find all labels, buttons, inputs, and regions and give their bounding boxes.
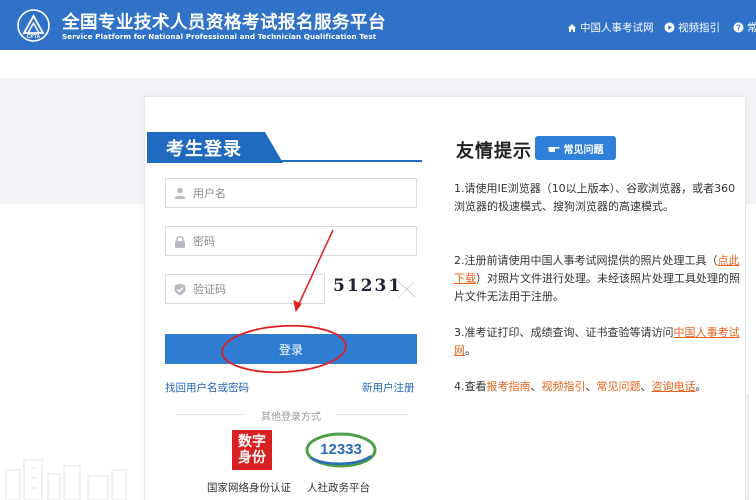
svg-text:?: ?	[736, 24, 741, 33]
login-tab-title: 考生登录	[166, 139, 242, 160]
consult-phone-link[interactable]: 咨询电话	[652, 380, 696, 393]
faq-button-label: 常见问题	[563, 144, 604, 156]
city-skyline-decoration	[5, 459, 127, 500]
captcha-image[interactable]: 51231	[333, 273, 419, 303]
nav-video-guide-link[interactable]: 视频指引	[664, 20, 720, 35]
faq-button[interactable]: 常见问题	[535, 136, 616, 160]
tip-3: 3.准考证打印、成绩查询、证书查验等请访问中国人事考试网。	[454, 324, 744, 360]
digital-id-login-button[interactable]: 数字 身份	[232, 430, 272, 470]
captcha-text: 51231	[333, 276, 403, 296]
help-icon: ?	[733, 22, 744, 33]
tip-1-text: 1.请使用IE浏览器（10以上版本）、谷歌浏览器，或者360浏览器的极速模式、搜…	[454, 182, 736, 213]
tip-4-before: 4.查看	[454, 380, 487, 393]
hr-gov-badge-text: 12333	[320, 441, 362, 458]
password-input[interactable]	[193, 227, 408, 255]
svg-text:CPTA: CPTA	[27, 34, 41, 40]
username-input[interactable]	[193, 179, 408, 207]
tip-1: 1.请使用IE浏览器（10以上版本）、谷歌浏览器，或者360浏览器的极速模式、搜…	[454, 180, 744, 216]
tip-4-sep-3: 、	[640, 380, 652, 393]
lock-icon	[175, 235, 185, 248]
home-icon	[568, 23, 576, 32]
tips-title: 友情提示	[456, 141, 532, 162]
cpta-logo: CPTA	[17, 9, 50, 42]
other-login-divider: 其他登录方式	[165, 408, 417, 423]
username-field[interactable]	[165, 178, 417, 208]
digital-id-badge-line2: 身份	[238, 450, 266, 466]
play-icon	[664, 22, 675, 33]
nav-cpta-link[interactable]: 中国人事考试网	[567, 20, 654, 35]
video-guide-link[interactable]: 视频指引	[542, 380, 586, 393]
hr-gov-login-label: 人社政务平台	[307, 482, 370, 494]
hr-gov-platform-login-button[interactable]: 12333	[305, 432, 377, 468]
login-button[interactable]: 登录	[165, 334, 417, 364]
nav-faq-link[interactable]: ? 常	[733, 20, 756, 35]
user-icon	[174, 187, 186, 199]
password-field[interactable]	[165, 226, 417, 256]
nav-faq-label: 常	[747, 22, 756, 34]
tip-4-sep-1: 、	[530, 380, 542, 393]
tip-3-before: 3.准考证打印、成绩查询、证书查验等请访问	[454, 326, 674, 339]
tip-4: 4.查看报考指南、视频指引、常见问题、咨询电话。	[454, 378, 744, 396]
tip-4-sep-4: 。	[695, 380, 707, 393]
tip-3-after: 。	[465, 344, 476, 357]
forgot-credentials-link[interactable]: 找回用户名或密码	[165, 380, 249, 395]
nav-cpta-label: 中国人事考试网	[580, 22, 654, 34]
header-bar: CPTA 全国专业技术人员资格考试报名服务平台 Service Platform…	[0, 0, 756, 50]
faq-link[interactable]: 常见问题	[597, 380, 641, 393]
tip-2: 2.注册前请使用中国人事考试网提供的照片处理工具（点此下载）对照片文件进行处理。…	[454, 252, 744, 306]
site-subtitle: Service Platform for National Profession…	[62, 32, 377, 41]
site-title: 全国专业技术人员资格考试报名服务平台	[62, 13, 386, 33]
captcha-field[interactable]	[165, 274, 325, 304]
login-tab-underline	[147, 160, 422, 162]
nav-video-guide-label: 视频指引	[678, 22, 720, 34]
captcha-input[interactable]	[193, 275, 318, 303]
pointing-hand-icon	[548, 147, 560, 152]
other-login-label: 其他登录方式	[261, 412, 321, 423]
exam-guide-link[interactable]: 报考指南	[487, 380, 531, 393]
tip-2-after: ）对照片文件进行处理。未经该照片处理工具处理的照片文件无法用于注册。	[454, 272, 740, 303]
digital-id-badge-line1: 数字	[238, 434, 266, 450]
tip-4-sep-2: 、	[585, 380, 597, 393]
shield-check-icon	[174, 283, 186, 296]
tip-2-before: 2.注册前请使用中国人事考试网提供的照片处理工具（	[454, 254, 718, 267]
captcha-noise-decoration	[396, 280, 416, 298]
register-link[interactable]: 新用户注册	[362, 380, 415, 395]
digital-id-login-label: 国家网络身份认证	[207, 482, 291, 494]
